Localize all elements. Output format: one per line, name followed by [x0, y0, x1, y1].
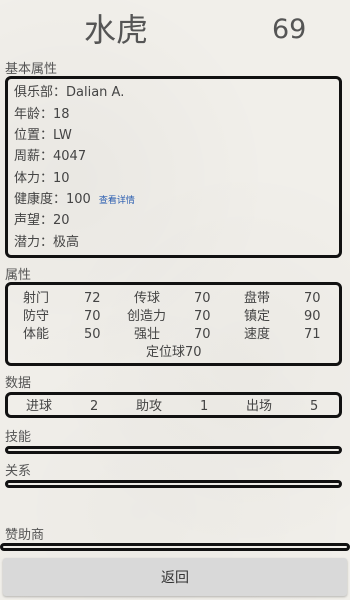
attr-dribbling-label: 盘带: [244, 291, 271, 306]
attr-defending-label: 防守: [23, 309, 50, 324]
basic-section-title: 基本属性: [5, 62, 58, 77]
age-line: 年龄：18: [14, 107, 70, 122]
stat-apps-value: 5: [310, 399, 319, 414]
attr-shooting-label: 射门: [23, 291, 50, 306]
attr-composure-value: 90: [304, 309, 321, 324]
attr-defending-value: 70: [84, 309, 101, 324]
attr-creativity-value: 70: [194, 309, 211, 324]
reputation-line: 声望：20: [14, 213, 70, 228]
stats-box: 进球 2 助攻 1 出场 5: [5, 392, 342, 418]
attr-strength-label: 强壮: [134, 327, 161, 342]
back-button[interactable]: 返回: [3, 558, 347, 596]
attr-composure-label: 镇定: [244, 309, 271, 324]
skills-box: [5, 446, 342, 454]
stat-assists-value: 1: [200, 399, 209, 414]
attr-dribbling-value: 70: [304, 291, 321, 306]
attributes-box: 射门 72 传球 70 盘带 70 防守 70 创造力 70 镇定 90 体能 …: [5, 282, 342, 366]
attr-fitness-label: 体能: [23, 327, 50, 342]
wage-line: 周薪：4047: [14, 149, 87, 164]
stats-section-title: 数据: [5, 376, 32, 391]
stat-goals-label: 进球: [26, 399, 53, 414]
skills-section-title: 技能: [5, 430, 32, 445]
basic-info-box: 俱乐部：Dalian A. 年龄：18 位置：LW 周薪：4047 体力：10 …: [5, 76, 342, 258]
stat-assists-label: 助攻: [136, 399, 163, 414]
health-text: 健康度：100: [14, 192, 91, 207]
health-detail-link[interactable]: 查看详情: [99, 196, 135, 206]
attr-fitness-value: 50: [84, 327, 101, 342]
player-name: 水虎: [84, 11, 149, 49]
potential-line: 潜力：极高: [14, 235, 80, 250]
player-header: 水虎 69: [0, 10, 350, 50]
stamina-line: 体力：10: [14, 171, 70, 186]
club-line: 俱乐部：Dalian A.: [14, 85, 125, 100]
player-rating: 69: [272, 14, 307, 45]
health-line: 健康度：100 查看详情: [14, 190, 135, 210]
attr-strength-value: 70: [194, 327, 211, 342]
attr-shooting-value: 72: [84, 291, 101, 306]
position-line: 位置：LW: [14, 128, 72, 143]
relations-section-title: 关系: [5, 464, 32, 479]
attr-speed-value: 71: [304, 327, 321, 342]
stat-apps-label: 出场: [246, 399, 273, 414]
attr-passing-value: 70: [194, 291, 211, 306]
attr-creativity-label: 创造力: [127, 309, 167, 324]
attr-speed-label: 速度: [244, 327, 271, 342]
stat-goals-value: 2: [90, 399, 99, 414]
relations-box: [5, 480, 342, 488]
sponsors-section-title: 赞助商: [5, 528, 45, 543]
attributes-section-title: 属性: [5, 268, 32, 283]
attr-passing-label: 传球: [134, 291, 161, 306]
sponsors-box: [0, 543, 350, 551]
attr-setpiece: 定位球70: [146, 345, 202, 360]
